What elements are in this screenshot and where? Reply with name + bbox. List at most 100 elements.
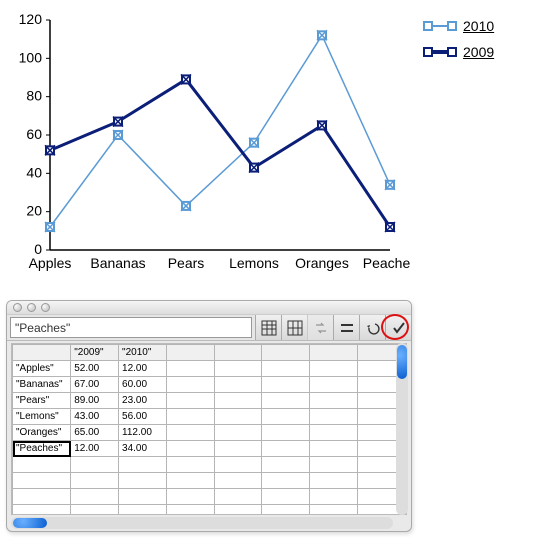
column-header[interactable] xyxy=(214,345,262,361)
chart-legend: 2010 2009 xyxy=(425,18,535,70)
row-header-cell[interactable]: "Pears" xyxy=(13,393,71,409)
window-zoom-button[interactable] xyxy=(41,303,50,312)
data-cell[interactable] xyxy=(262,361,310,377)
data-cell[interactable] xyxy=(262,409,310,425)
undo-icon[interactable] xyxy=(359,315,385,340)
data-cell[interactable] xyxy=(214,473,262,489)
data-cell[interactable] xyxy=(166,505,214,516)
data-cell[interactable]: 67.00 xyxy=(71,377,119,393)
data-cell[interactable] xyxy=(310,457,358,473)
row-header-cell[interactable]: "Apples" xyxy=(13,361,71,377)
data-cell[interactable] xyxy=(214,361,262,377)
row-header-cell[interactable] xyxy=(13,457,71,473)
data-cell[interactable] xyxy=(310,361,358,377)
data-cell[interactable] xyxy=(310,505,358,516)
column-view-icon[interactable] xyxy=(281,315,307,340)
row-header-cell[interactable]: "Bananas" xyxy=(13,377,71,393)
checkmark-icon[interactable] xyxy=(385,315,411,340)
data-cell[interactable] xyxy=(262,377,310,393)
legend-item[interactable]: 2010 xyxy=(425,18,535,34)
data-cell[interactable] xyxy=(71,489,119,505)
data-cell[interactable] xyxy=(166,489,214,505)
data-cell[interactable] xyxy=(71,473,119,489)
line-chart: 020406080100120ApplesBananasPearsLemonsO… xyxy=(10,10,410,280)
svg-text:40: 40 xyxy=(26,164,42,180)
row-header-cell[interactable] xyxy=(13,473,71,489)
data-cell[interactable] xyxy=(262,489,310,505)
data-cell[interactable]: 65.00 xyxy=(71,425,119,441)
data-cell[interactable] xyxy=(119,489,167,505)
data-cell[interactable] xyxy=(214,425,262,441)
column-header[interactable] xyxy=(310,345,358,361)
data-cell[interactable]: 12.00 xyxy=(71,441,119,457)
data-cell[interactable] xyxy=(262,441,310,457)
row-header-cell[interactable]: "Peaches" xyxy=(13,441,71,457)
data-cell[interactable] xyxy=(310,441,358,457)
data-cell[interactable]: 43.00 xyxy=(71,409,119,425)
data-cell[interactable] xyxy=(166,393,214,409)
data-cell[interactable] xyxy=(262,425,310,441)
data-cell[interactable] xyxy=(262,505,310,516)
data-cell[interactable] xyxy=(166,425,214,441)
data-cell[interactable]: 52.00 xyxy=(71,361,119,377)
data-cell[interactable] xyxy=(166,473,214,489)
data-cell[interactable] xyxy=(310,377,358,393)
data-cell[interactable] xyxy=(166,409,214,425)
data-cell[interactable] xyxy=(214,457,262,473)
data-cell[interactable] xyxy=(310,473,358,489)
svg-text:Peaches: Peaches xyxy=(363,255,410,271)
row-header-cell[interactable]: "Oranges" xyxy=(13,425,71,441)
data-cell[interactable]: 56.00 xyxy=(119,409,167,425)
window-close-button[interactable] xyxy=(13,303,22,312)
row-header-cell[interactable] xyxy=(13,505,71,516)
data-cell[interactable] xyxy=(214,505,262,516)
spreadsheet-grid[interactable]: "2009""2010""Apples"52.0012.00"Bananas"6… xyxy=(11,343,407,515)
data-cell[interactable] xyxy=(214,441,262,457)
data-cell[interactable] xyxy=(166,441,214,457)
data-cell[interactable] xyxy=(214,393,262,409)
data-cell[interactable] xyxy=(119,505,167,516)
data-cell[interactable] xyxy=(262,473,310,489)
row-header-cell[interactable]: "Lemons" xyxy=(13,409,71,425)
row-icon[interactable] xyxy=(333,315,359,340)
column-header[interactable]: "2010" xyxy=(119,345,167,361)
horizontal-scrollbar[interactable] xyxy=(11,517,393,529)
formula-input[interactable]: "Peaches" xyxy=(10,317,252,338)
column-header[interactable] xyxy=(262,345,310,361)
vertical-scrollbar[interactable] xyxy=(396,343,408,515)
data-cell[interactable]: 112.00 xyxy=(119,425,167,441)
data-cell[interactable] xyxy=(166,377,214,393)
window-minimize-button[interactable] xyxy=(27,303,36,312)
data-cell[interactable] xyxy=(310,393,358,409)
data-cell[interactable] xyxy=(71,457,119,473)
data-cell[interactable]: 23.00 xyxy=(119,393,167,409)
data-cell[interactable] xyxy=(166,457,214,473)
data-cell[interactable]: 89.00 xyxy=(71,393,119,409)
data-cell[interactable] xyxy=(214,377,262,393)
data-cell[interactable] xyxy=(214,409,262,425)
data-cell[interactable] xyxy=(214,489,262,505)
data-cell[interactable] xyxy=(310,409,358,425)
data-cell[interactable] xyxy=(262,457,310,473)
column-header[interactable] xyxy=(166,345,214,361)
data-cell[interactable] xyxy=(310,489,358,505)
svg-text:Apples: Apples xyxy=(29,255,72,271)
scrollbar-thumb[interactable] xyxy=(397,345,407,379)
data-cell[interactable] xyxy=(166,361,214,377)
row-header-cell[interactable] xyxy=(13,489,71,505)
data-cell[interactable] xyxy=(71,505,119,516)
data-cell[interactable]: 12.00 xyxy=(119,361,167,377)
datasheet-icon[interactable] xyxy=(255,315,281,340)
data-cell[interactable] xyxy=(119,473,167,489)
data-cell[interactable] xyxy=(119,457,167,473)
column-header[interactable]: "2009" xyxy=(71,345,119,361)
data-cell[interactable]: 34.00 xyxy=(119,441,167,457)
column-header[interactable] xyxy=(13,345,71,361)
data-cell[interactable] xyxy=(310,425,358,441)
svg-text:100: 100 xyxy=(19,49,43,65)
svg-text:60: 60 xyxy=(26,126,42,142)
data-cell[interactable]: 60.00 xyxy=(119,377,167,393)
scrollbar-thumb[interactable] xyxy=(13,518,47,528)
legend-item[interactable]: 2009 xyxy=(425,44,535,60)
data-cell[interactable] xyxy=(262,393,310,409)
